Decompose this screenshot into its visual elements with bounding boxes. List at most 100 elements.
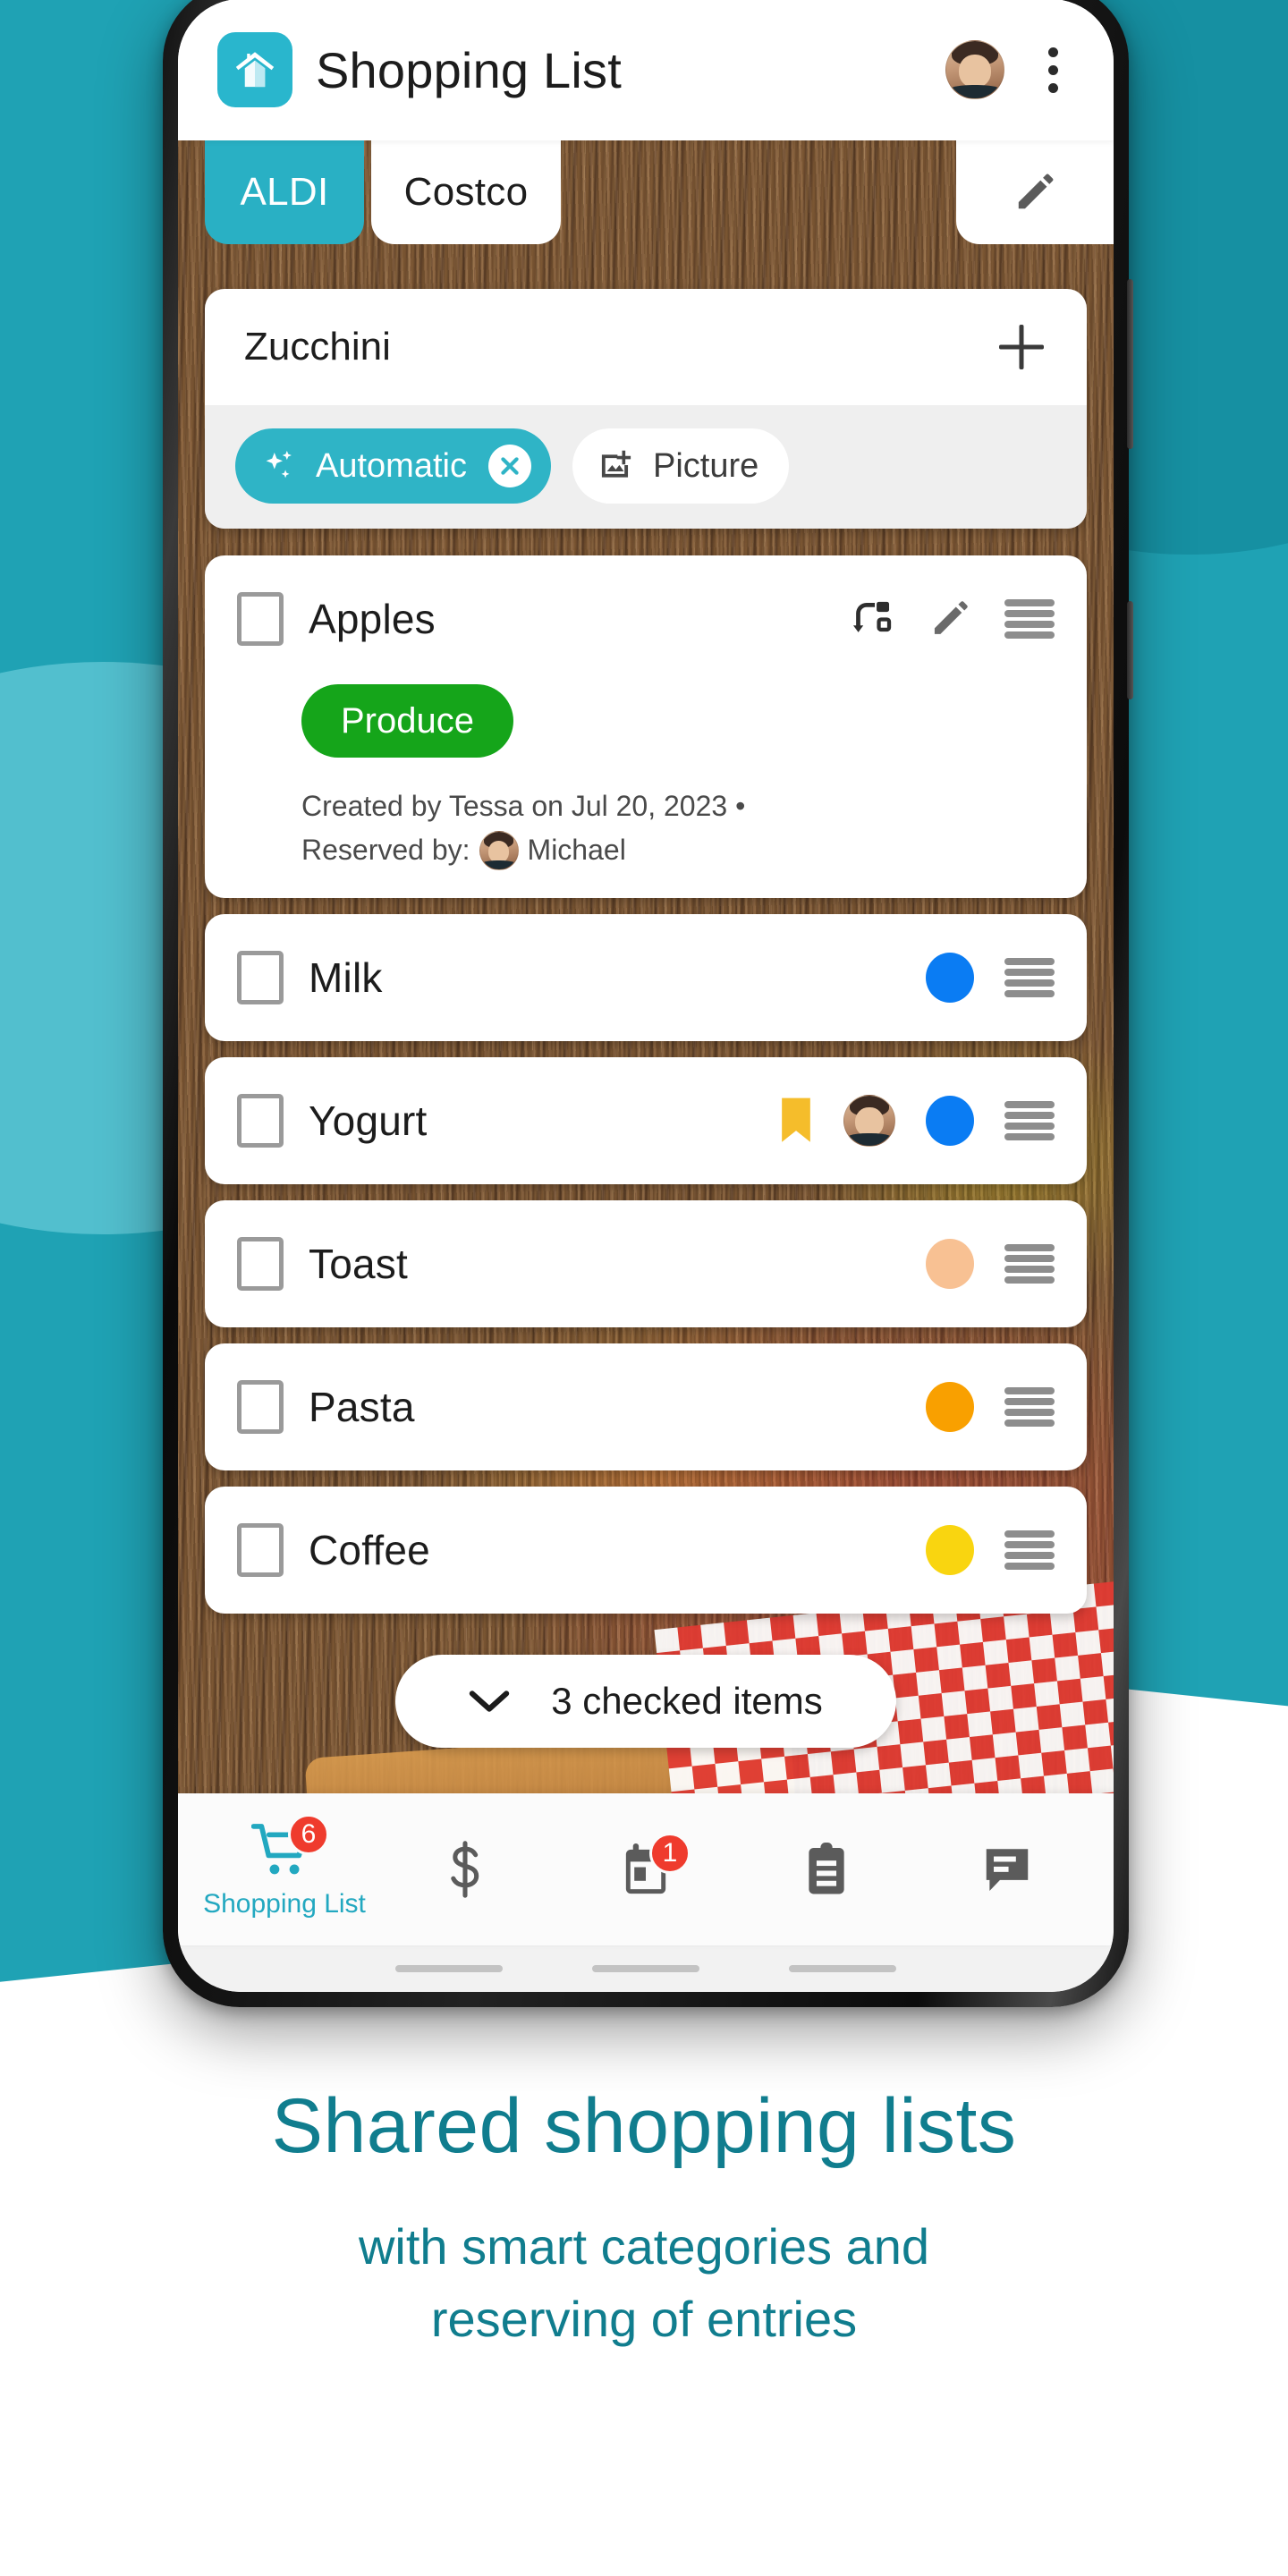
list-item[interactable]: Yogurt	[205, 1056, 1087, 1184]
drag-handle-icon[interactable]	[1004, 1386, 1055, 1427]
list-item[interactable]: Pasta	[205, 1343, 1087, 1470]
add-item-card: Automatic	[205, 289, 1087, 529]
category-color-dot[interactable]	[926, 1095, 974, 1146]
avatar[interactable]	[843, 1094, 895, 1147]
avatar	[479, 831, 519, 871]
item-checkbox[interactable]	[237, 1522, 284, 1577]
list-item-label: Toast	[309, 1240, 408, 1287]
tab-costco-label: Costco	[403, 170, 529, 214]
checked-items-toggle[interactable]: 3 checked items	[395, 1654, 896, 1748]
nav-bar-pill	[789, 1965, 896, 1972]
pencil-icon	[1018, 174, 1054, 209]
add-item-options: Automatic Picture	[205, 405, 1087, 529]
list-item-row: Milk	[237, 914, 1055, 1041]
sparkles-icon	[266, 450, 292, 479]
phone-volume-button	[1127, 279, 1133, 449]
drag-handle-icon[interactable]	[1004, 599, 1055, 639]
reserved-by-user: Michael	[527, 834, 626, 867]
more-vertical-icon[interactable]	[1028, 40, 1078, 99]
close-circle-icon[interactable]	[487, 445, 531, 487]
tab-aldi-label: ALDI	[240, 170, 329, 214]
item-checkbox[interactable]	[237, 1236, 284, 1291]
list-item[interactable]: Toast	[205, 1199, 1087, 1327]
nav-bar-pill	[592, 1965, 699, 1972]
store-tabs: ALDI Costco	[178, 140, 1114, 253]
list-item-meta: Created by Tessa on Jul 20, 2023 • Reser…	[301, 786, 1055, 871]
drag-handle-icon[interactable]	[1004, 1530, 1055, 1570]
checked-items-container: 3 checked items	[178, 1654, 1114, 1748]
drag-handle-icon[interactable]	[1004, 957, 1055, 997]
nav-chat[interactable]	[917, 1793, 1097, 1945]
chat-icon	[973, 1838, 1041, 1901]
list-item-label: Apples	[309, 596, 436, 642]
edit-lists-button[interactable]	[956, 140, 1114, 244]
category-color-dot[interactable]	[926, 1381, 974, 1432]
item-checkbox[interactable]	[237, 950, 284, 1004]
nav-calendar[interactable]: 1	[555, 1793, 736, 1945]
dollar-icon	[431, 1838, 499, 1901]
list-item[interactable]: Milk	[205, 913, 1087, 1041]
repeat-icon[interactable]	[847, 595, 895, 643]
shopping-cart-icon: 6	[250, 1814, 329, 1882]
clipboard-icon	[792, 1838, 860, 1901]
category-color-dot[interactable]	[926, 952, 974, 1003]
drag-handle-icon[interactable]	[1004, 1100, 1055, 1140]
pencil-icon[interactable]	[926, 595, 974, 643]
category-color-dot[interactable]	[926, 1524, 974, 1575]
bottom-navigation: 6 Shopping List 1	[178, 1793, 1114, 1945]
list-item-actions	[779, 1094, 1055, 1147]
phone-screen: Shopping List ALDI Costco Zucchini Autom…	[178, 0, 1114, 1992]
nav-tasks[interactable]	[736, 1793, 917, 1945]
item-checkbox[interactable]	[237, 1379, 284, 1434]
chip-automatic[interactable]: Automatic	[235, 428, 551, 504]
category-color-dot[interactable]	[926, 1238, 974, 1289]
tab-aldi[interactable]: ALDI	[205, 140, 364, 244]
created-by-text: Created by Tessa on Jul 20, 2023 •	[301, 790, 746, 822]
shopping-item-list: Apples Produce Created by Tessa on Jul 2…	[178, 529, 1114, 1614]
screenshot-stage: Shopping List ALDI Costco Zucchini Autom…	[0, 0, 1288, 2576]
navigation-gesture-bar	[178, 1945, 1114, 1992]
tab-costco[interactable]: Costco	[371, 140, 561, 244]
page-title: Shopping List	[316, 41, 622, 98]
item-checkbox[interactable]	[237, 592, 284, 646]
list-content-area: ALDI Costco Zucchini Automatic Picture A…	[178, 140, 1114, 1793]
caption-subtitle: with smart categories and reserving of e…	[0, 2210, 1288, 2355]
list-item-label: Pasta	[309, 1383, 415, 1430]
nav-expenses[interactable]	[375, 1793, 555, 1945]
list-item-row: Yogurt	[237, 1057, 1055, 1184]
avatar[interactable]	[945, 40, 1004, 99]
list-item-actions	[926, 952, 1055, 1003]
drag-handle-icon[interactable]	[1004, 1243, 1055, 1284]
reserved-by-label: Reserved by:	[301, 834, 470, 867]
status-badge[interactable]: Produce	[301, 684, 513, 758]
chip-picture[interactable]: Picture	[572, 428, 790, 504]
list-item-row: Coffee	[237, 1487, 1055, 1614]
caption: Shared shopping lists with smart categor…	[0, 2084, 1288, 2355]
caption-subtitle-line-1: with smart categories and	[358, 2217, 930, 2275]
reserved-by-row: Reserved by: Michael	[301, 830, 1055, 871]
status-badge: 1	[649, 1833, 691, 1874]
caption-title: Shared shopping lists	[271, 2083, 1017, 2169]
list-item[interactable]: Apples Produce Created by Tessa on Jul 2…	[205, 555, 1087, 898]
item-checkbox[interactable]	[237, 1093, 284, 1148]
house-icon	[217, 32, 292, 107]
nav-shopping-list[interactable]: 6 Shopping List	[194, 1793, 375, 1945]
list-item-label: Yogurt	[309, 1097, 428, 1144]
list-item-row: Toast	[237, 1200, 1055, 1327]
list-item-label: Coffee	[309, 1526, 430, 1573]
add-item-row	[205, 289, 1087, 405]
list-item-row: Pasta	[237, 1343, 1055, 1470]
phone-power-button	[1127, 601, 1133, 699]
list-item-actions	[847, 595, 1055, 643]
add-item-input[interactable]	[244, 325, 992, 369]
chip-automatic-label: Automatic	[316, 446, 467, 485]
bookmark-icon[interactable]	[779, 1097, 813, 1145]
calendar-icon: 1	[612, 1833, 691, 1901]
status-badge: 6	[288, 1814, 329, 1855]
phone-mockup: Shopping List ALDI Costco Zucchini Autom…	[163, 0, 1133, 2007]
list-scroll-container[interactable]: ALDI Costco Zucchini Automatic Picture A…	[178, 140, 1114, 1793]
plus-icon[interactable]	[992, 318, 1051, 377]
nav-bar-pill	[395, 1965, 503, 1972]
list-item[interactable]: Coffee	[205, 1486, 1087, 1614]
caption-subtitle-line-2: reserving of entries	[430, 2290, 858, 2347]
